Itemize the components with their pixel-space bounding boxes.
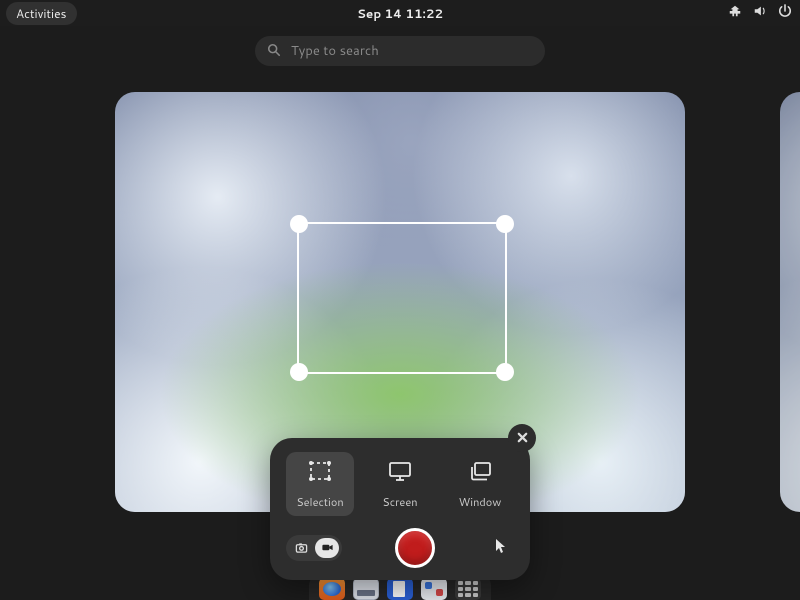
- mode-screen-label: Screen: [382, 494, 417, 510]
- wallpaper: [780, 92, 800, 512]
- window-stack-icon: [467, 460, 493, 488]
- top-bar: Activities Sep 14 11:22: [0, 0, 800, 26]
- mode-selection[interactable]: Selection: [286, 452, 354, 516]
- record-button[interactable]: [395, 528, 435, 568]
- toggle-video[interactable]: [315, 538, 339, 558]
- clock[interactable]: Sep 14 11:22: [357, 5, 443, 22]
- selection-rectangle[interactable]: [297, 222, 507, 374]
- workspace-next[interactable]: [780, 92, 800, 512]
- display-icon: [387, 460, 413, 488]
- video-icon: [321, 537, 334, 560]
- dash-app-files[interactable]: [353, 578, 379, 600]
- close-icon: [516, 427, 529, 450]
- camera-icon: [295, 537, 308, 560]
- cursor-icon: [495, 537, 507, 560]
- mode-window-label: Window: [459, 494, 502, 510]
- resize-handle-top-left[interactable]: [290, 215, 308, 233]
- screenshot-panel: Selection Screen Window: [270, 438, 530, 580]
- network-wired-icon: [728, 4, 742, 22]
- resize-handle-bottom-left[interactable]: [290, 363, 308, 381]
- capture-mode-row: Selection Screen Window: [286, 452, 514, 516]
- search-bar[interactable]: [255, 36, 545, 66]
- dash-app-text-editor[interactable]: [387, 578, 413, 600]
- power-icon: [778, 4, 792, 22]
- dash-app-grid[interactable]: [455, 578, 481, 600]
- mode-selection-label: Selection: [296, 494, 343, 510]
- capture-controls: [286, 528, 514, 568]
- dash-app-firefox[interactable]: [319, 578, 345, 600]
- toggle-photo[interactable]: [289, 538, 313, 558]
- photo-video-toggle: [286, 535, 342, 561]
- system-tray[interactable]: [728, 4, 792, 22]
- dash-app-software[interactable]: [421, 578, 447, 600]
- selection-crop-icon: [307, 460, 333, 488]
- search-icon: [267, 40, 281, 63]
- mode-window[interactable]: Window: [446, 452, 514, 516]
- close-button[interactable]: [508, 424, 536, 452]
- search-input[interactable]: [291, 42, 533, 60]
- mode-screen[interactable]: Screen: [366, 452, 434, 516]
- activities-button[interactable]: Activities: [6, 2, 77, 25]
- resize-handle-bottom-right[interactable]: [496, 363, 514, 381]
- resize-handle-top-right[interactable]: [496, 215, 514, 233]
- show-pointer-toggle[interactable]: [488, 537, 514, 560]
- volume-icon: [753, 4, 767, 22]
